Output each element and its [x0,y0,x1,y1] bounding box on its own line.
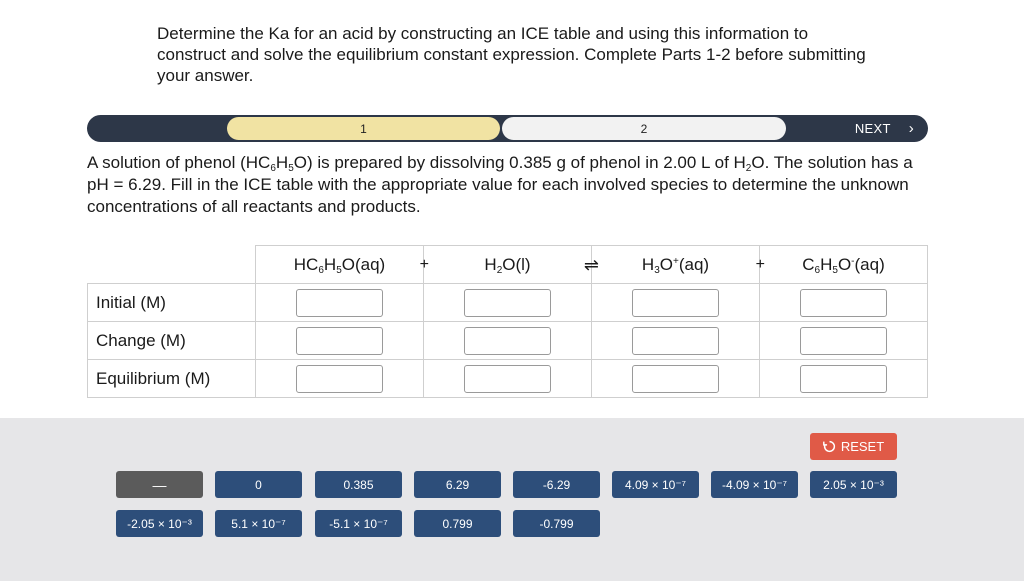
ice-header-row: HC6H5O(aq) + H2O(l) ⇌ H3O+(aq) + C6H5O-(aq) [87,245,928,284]
tile-0[interactable]: 0 [215,471,302,498]
drop-target-change-hydronium[interactable] [632,326,719,355]
next-label: NEXT [854,121,891,136]
instructions: Determine the Ka for an acid by construc… [157,24,866,85]
drop-target-initial-phenol[interactable] [296,288,383,317]
ice-row-change: Change (M) [87,321,928,360]
plus-sign: + [755,256,765,273]
tile-0-799[interactable]: 0.799 [414,510,501,537]
row-label-equilibrium: Equilibrium (M) [87,359,256,398]
reset-label: RESET [840,439,885,454]
chevron-right-icon: › [908,120,914,137]
ice-row-equilibrium: Equilibrium (M) [87,359,928,398]
tile-6-29[interactable]: 6.29 [414,471,501,498]
tile-5-1e-7[interactable]: 5.1 × 10⁻⁷ [215,510,302,537]
drop-target-equilibrium-phenoxide[interactable] [800,364,887,393]
tile-neg-5-1e-7[interactable]: -5.1 × 10⁻⁷ [315,510,402,537]
reset-icon [822,440,835,453]
step-1-tab[interactable]: 1 [227,117,500,140]
drop-target-equilibrium-hydronium[interactable] [632,364,719,393]
species-phenol: HC6H5O(aq) + [255,245,429,284]
step-2-tab[interactable]: 2 [502,117,786,140]
drop-target-equilibrium-phenol[interactable] [296,364,383,393]
drop-target-initial-hydronium[interactable] [632,288,719,317]
species-phenoxide: C6H5O-(aq) [759,245,928,284]
tile-2-05e-3[interactable]: 2.05 × 10⁻³ [810,471,897,498]
drop-target-equilibrium-water[interactable] [464,364,551,393]
row-label-initial: Initial (M) [87,283,256,322]
drop-target-change-phenoxide[interactable] [800,326,887,355]
tile-neg-4-09e-7[interactable]: -4.09 × 10⁻⁷ [711,471,798,498]
tile-neg-6-29[interactable]: -6.29 [513,471,600,498]
tile-4-09e-7[interactable]: 4.09 × 10⁻⁷ [612,471,699,498]
drop-target-initial-water[interactable] [464,288,551,317]
reset-button[interactable]: RESET [810,433,897,460]
row-label-change: Change (M) [87,321,256,360]
drop-target-change-water[interactable] [464,326,551,355]
tile-neg-0-799[interactable]: -0.799 [513,510,600,537]
species-water: H2O(l) ⇌ [423,245,599,284]
tile-dash[interactable]: — [116,471,203,498]
drop-target-change-phenol[interactable] [296,326,383,355]
tile-0-385[interactable]: 0.385 [315,471,402,498]
next-button[interactable]: NEXT › [855,115,914,142]
ice-row-initial: Initial (M) [87,283,928,322]
ice-table: HC6H5O(aq) + H2O(l) ⇌ H3O+(aq) + C6H5O-(aq)… [87,245,928,398]
tile-neg-2-05e-3[interactable]: -2.05 × 10⁻³ [116,510,203,537]
progress-bar: 1 2 NEXT › [87,115,928,142]
species-hydronium: H3O+(aq) + [591,245,765,284]
drop-target-initial-phenoxide[interactable] [800,288,887,317]
question-text: A solution of phenol (HC6H5O) is prepare… [87,153,913,216]
